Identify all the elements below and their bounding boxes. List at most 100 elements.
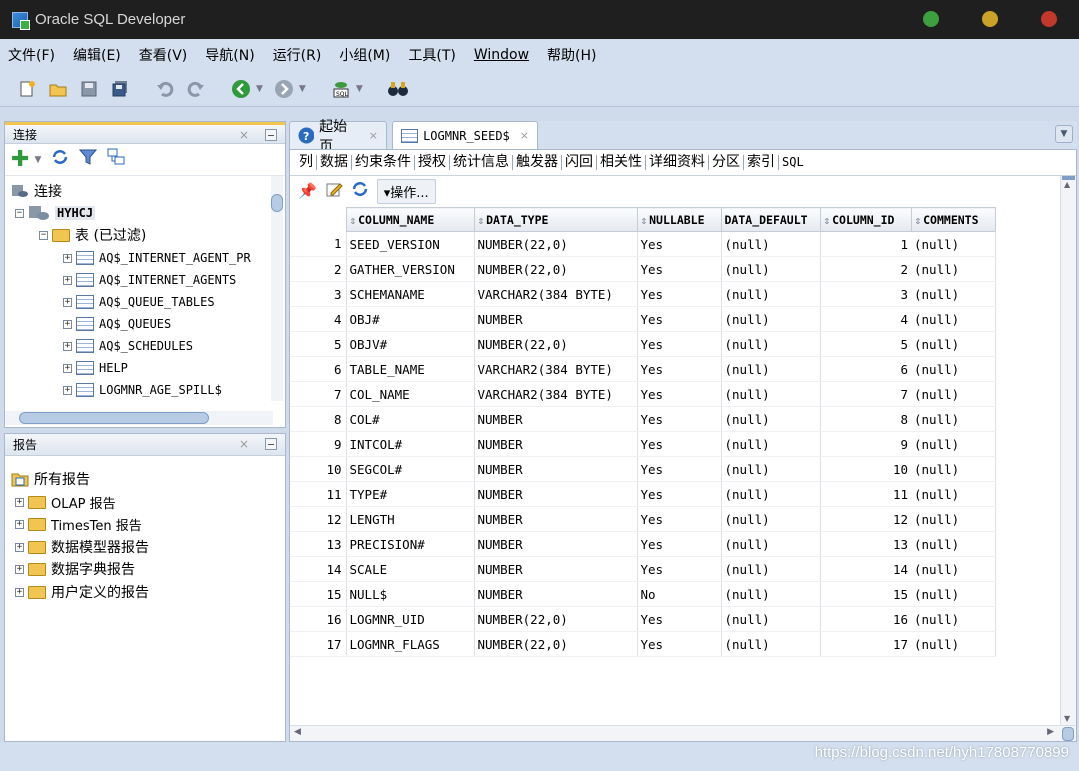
scroll-left-icon[interactable]: ◀ <box>294 727 301 737</box>
minimize-panel-icon[interactable] <box>265 129 277 141</box>
close-panel-icon[interactable]: × <box>239 128 249 142</box>
nullable-cell[interactable]: Yes <box>637 506 722 532</box>
scroll-down-icon[interactable]: ▼ <box>1064 714 1070 723</box>
tab-start-page[interactable]: ? 起始页 × <box>289 119 387 155</box>
menu-help[interactable]: 帮助(H) <box>547 45 596 65</box>
data-type-cell[interactable]: VARCHAR2(384 BYTE) <box>474 381 638 407</box>
data-default-cell[interactable]: (null) <box>721 306 821 332</box>
column-id-cell[interactable]: 1 <box>820 231 911 257</box>
data-default-cell[interactable]: (null) <box>721 606 821 632</box>
nullable-cell[interactable]: Yes <box>637 231 722 257</box>
nullable-cell[interactable]: Yes <box>637 431 722 457</box>
nullable-cell[interactable]: Yes <box>637 481 722 507</box>
undo-icon[interactable] <box>154 78 176 100</box>
table-row[interactable]: 7 COL_NAME VARCHAR2(384 BYTE) Yes (null) 7 (nu… <box>290 381 996 407</box>
data-default-cell[interactable]: (null) <box>721 631 821 657</box>
subtab-details[interactable]: 详细资料 <box>646 155 709 170</box>
save-icon[interactable] <box>78 78 100 100</box>
menu-run[interactable]: 运行(R) <box>273 45 322 65</box>
table-row[interactable]: 17 LOGMNR_FLAGS NUMBER(22,0) Yes (null) 17 (nu… <box>290 631 996 657</box>
column-name-cell[interactable]: SEGCOL# <box>346 456 475 482</box>
data-type-cell[interactable]: NUMBER(22,0) <box>474 631 638 657</box>
comments-cell[interactable]: (null) <box>911 306 996 332</box>
column-name-cell[interactable]: INTCOL# <box>346 431 475 457</box>
forward-dropdown-icon[interactable]: ▼ <box>299 84 306 94</box>
column-name-cell[interactable]: OBJ# <box>346 306 475 332</box>
nullable-cell[interactable]: Yes <box>637 256 722 282</box>
comments-cell[interactable]: (null) <box>911 606 996 632</box>
column-id-cell[interactable]: 4 <box>820 306 911 332</box>
data-default-cell[interactable]: (null) <box>721 281 821 307</box>
data-type-cell[interactable]: VARCHAR2(384 BYTE) <box>474 356 638 382</box>
column-id-cell[interactable]: 9 <box>820 431 911 457</box>
menu-tools[interactable]: 工具(T) <box>408 45 455 65</box>
scroll-right-icon[interactable]: ▶ <box>1047 727 1054 737</box>
column-header-column-name[interactable]: ⇕ COLUMN_NAME <box>345 207 475 232</box>
tree-item-report[interactable]: + 用户定义的报告 <box>15 581 149 603</box>
data-default-cell[interactable]: (null) <box>721 406 821 432</box>
data-type-cell[interactable]: NUMBER <box>474 406 638 432</box>
column-name-cell[interactable]: COL_NAME <box>346 381 475 407</box>
expand-toggle[interactable]: + <box>15 564 24 574</box>
tree-item-table[interactable]: + AQ$_INTERNET_AGENTS <box>63 269 236 291</box>
menu-edit[interactable]: 编辑(E) <box>73 45 121 65</box>
column-id-cell[interactable]: 2 <box>820 256 911 282</box>
maximize-button[interactable] <box>982 11 998 27</box>
column-name-cell[interactable]: GATHER_VERSION <box>346 256 475 282</box>
subtab-constraints[interactable]: 约束条件 <box>352 155 415 170</box>
comments-cell[interactable]: (null) <box>911 231 996 257</box>
tree-item-table[interactable]: + AQ$_QUEUE_TABLES <box>63 291 215 313</box>
scroll-thumb[interactable] <box>1062 727 1074 741</box>
table-row[interactable]: 5 OBJV# NUMBER(22,0) Yes (null) 5 (null) <box>290 331 996 357</box>
table-row[interactable]: 13 PRECISION# NUMBER Yes (null) 13 (null) <box>290 531 996 557</box>
comments-cell[interactable]: (null) <box>911 581 996 607</box>
nullable-cell[interactable]: Yes <box>637 456 722 482</box>
column-header-data-type[interactable]: ⇕ DATA_TYPE <box>473 207 638 232</box>
tree-item-report[interactable]: + TimesTen 报告 <box>15 513 142 535</box>
connections-horizontal-scrollbar[interactable] <box>5 411 273 425</box>
back-dropdown-icon[interactable]: ▼ <box>256 84 263 94</box>
nullable-cell[interactable]: No <box>637 581 722 607</box>
comments-cell[interactable]: (null) <box>911 281 996 307</box>
column-id-cell[interactable]: 17 <box>820 631 911 657</box>
data-default-cell[interactable]: (null) <box>721 506 821 532</box>
subtab-data[interactable]: 数据 <box>317 155 352 170</box>
expand-toggle[interactable]: + <box>15 519 24 529</box>
column-id-cell[interactable]: 14 <box>820 556 911 582</box>
data-default-cell[interactable]: (null) <box>721 331 821 357</box>
comments-cell[interactable]: (null) <box>911 406 996 432</box>
data-type-cell[interactable]: NUMBER <box>474 481 638 507</box>
column-id-cell[interactable]: 16 <box>820 606 911 632</box>
subtab-partitions[interactable]: 分区 <box>709 155 744 170</box>
minimize-button[interactable] <box>923 11 939 27</box>
column-id-cell[interactable]: 12 <box>820 506 911 532</box>
table-row[interactable]: 12 LENGTH NUMBER Yes (null) 12 (null) <box>290 506 996 532</box>
expand-toggle[interactable]: + <box>15 497 24 507</box>
close-tab-icon[interactable]: × <box>520 129 529 142</box>
back-icon[interactable] <box>230 78 252 100</box>
column-name-cell[interactable]: NULL$ <box>346 581 475 607</box>
column-id-cell[interactable]: 3 <box>820 281 911 307</box>
data-default-cell[interactable]: (null) <box>721 556 821 582</box>
column-name-cell[interactable]: LOGMNR_UID <box>346 606 475 632</box>
forward-icon[interactable] <box>273 78 295 100</box>
connections-vertical-scrollbar[interactable] <box>271 176 283 401</box>
column-id-cell[interactable]: 8 <box>820 406 911 432</box>
data-type-cell[interactable]: VARCHAR2(384 BYTE) <box>474 281 638 307</box>
comments-cell[interactable]: (null) <box>911 631 996 657</box>
table-row[interactable]: 15 NULL$ NUMBER No (null) 15 (null) <box>290 581 996 607</box>
expand-toggle[interactable]: + <box>63 363 72 373</box>
menu-file[interactable]: 文件(F) <box>8 45 55 65</box>
subtab-sql[interactable]: SQL <box>779 155 807 170</box>
column-name-cell[interactable]: PRECISION# <box>346 531 475 557</box>
tree-item-report[interactable]: + 数据字典报告 <box>15 558 135 580</box>
column-id-cell[interactable]: 6 <box>820 356 911 382</box>
nullable-cell[interactable]: Yes <box>637 306 722 332</box>
pin-icon[interactable]: 📌 <box>298 182 317 200</box>
column-id-cell[interactable]: 15 <box>820 581 911 607</box>
scroll-up-icon[interactable]: ▲ <box>1064 180 1070 189</box>
comments-cell[interactable]: (null) <box>911 331 996 357</box>
filter-icon[interactable] <box>79 148 98 171</box>
menu-window[interactable]: Window <box>474 47 529 63</box>
expand-toggle[interactable]: + <box>63 385 72 395</box>
